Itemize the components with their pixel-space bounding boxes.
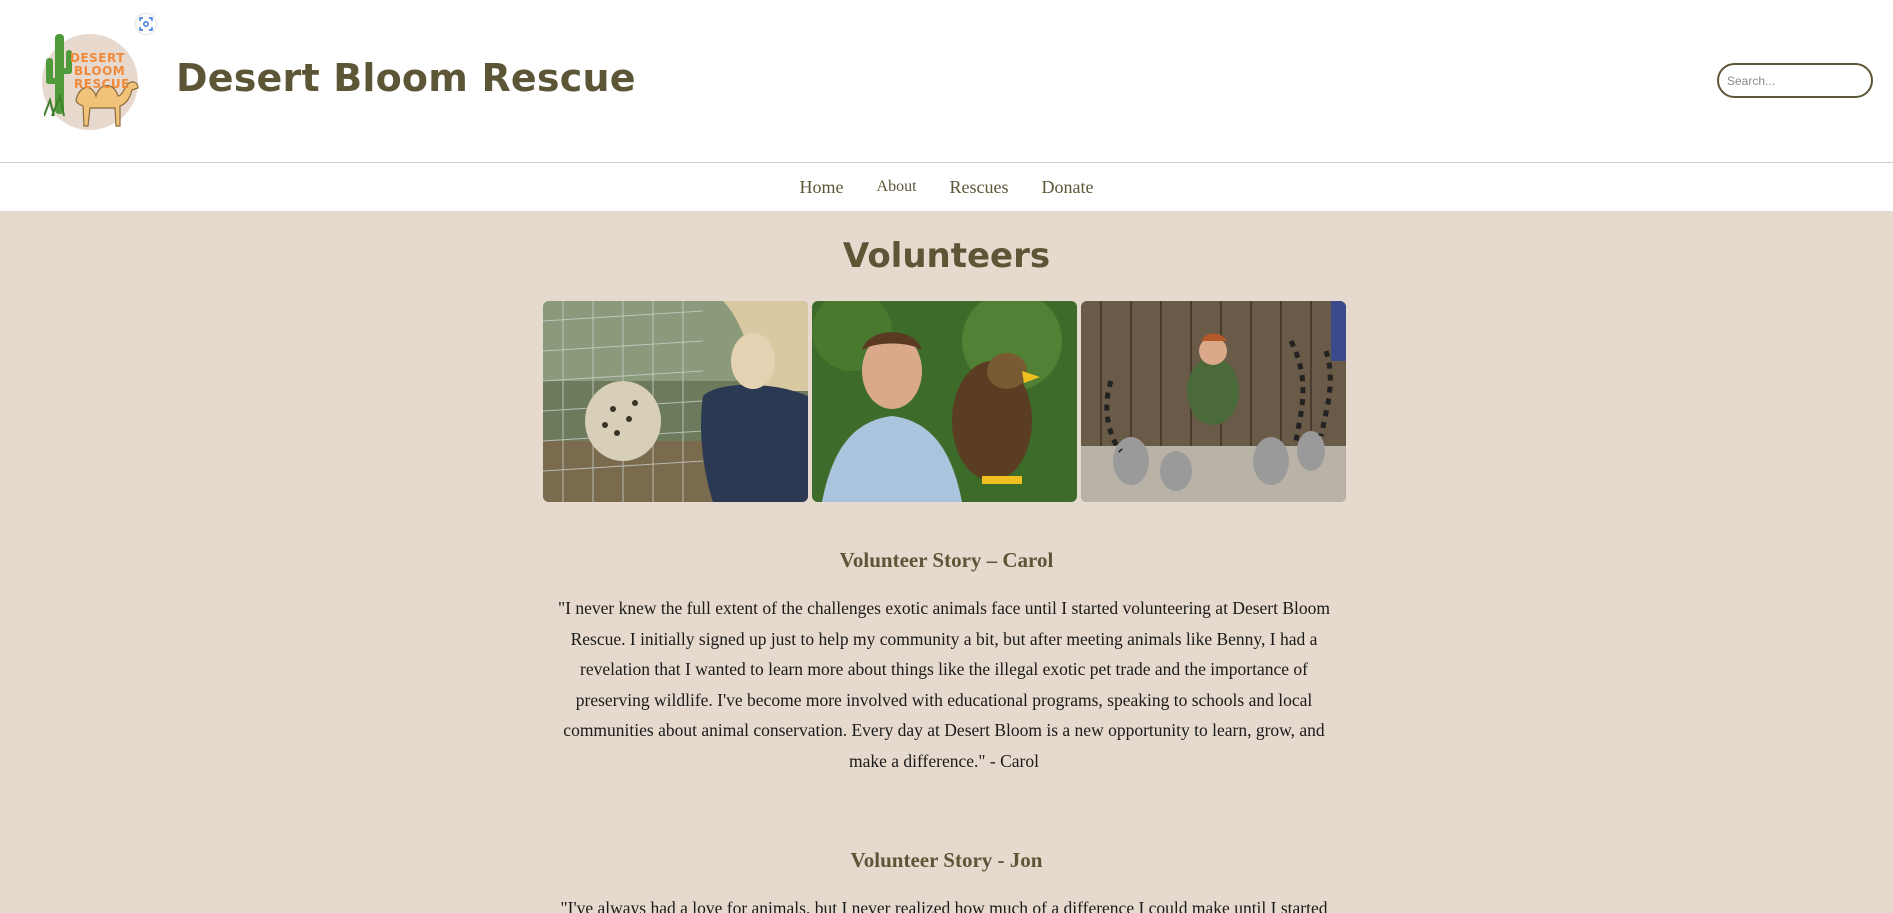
logo-word: DESERT [70, 51, 125, 65]
nav-item-home[interactable]: Home [800, 177, 844, 198]
page-title: Volunteers [842, 236, 1051, 276]
site-title[interactable]: Desert Bloom Rescue [176, 56, 636, 100]
volunteer-with-lemurs-photo[interactable] [1081, 301, 1346, 502]
volunteer-with-eagle-photo[interactable] [812, 301, 1077, 502]
story-text-carol: "I never knew the full extent of the cha… [557, 598, 1331, 771]
nav-item-rescues[interactable]: Rescues [950, 177, 1009, 198]
image-scan-icon[interactable] [136, 14, 156, 34]
story-heading-carol: Volunteer Story – Carol [839, 548, 1054, 572]
main-content: Volunteers Volunteer Story – Carol "I ne… [0, 212, 1893, 913]
logo-word: RESCUE [74, 77, 130, 91]
logo-word: BLOOM [74, 64, 126, 78]
story-text-jon: "I've always had a love for animals, but… [560, 898, 1328, 913]
nav-item-donate[interactable]: Donate [1042, 177, 1094, 198]
volunteer-gallery [543, 301, 1348, 502]
story-heading-jon: Volunteer Story - Jon [850, 848, 1043, 872]
volunteer-with-leopard-photo[interactable] [543, 301, 808, 502]
site-logo[interactable]: DESERT BLOOM RESCUE [40, 22, 146, 130]
site-header: DESERT BLOOM RESCUE Desert Bloom Rescue [0, 0, 1893, 163]
search-input[interactable] [1717, 63, 1873, 98]
nav-item-about[interactable]: About [877, 178, 917, 196]
main-nav: Home About Rescues Donate [0, 163, 1893, 212]
